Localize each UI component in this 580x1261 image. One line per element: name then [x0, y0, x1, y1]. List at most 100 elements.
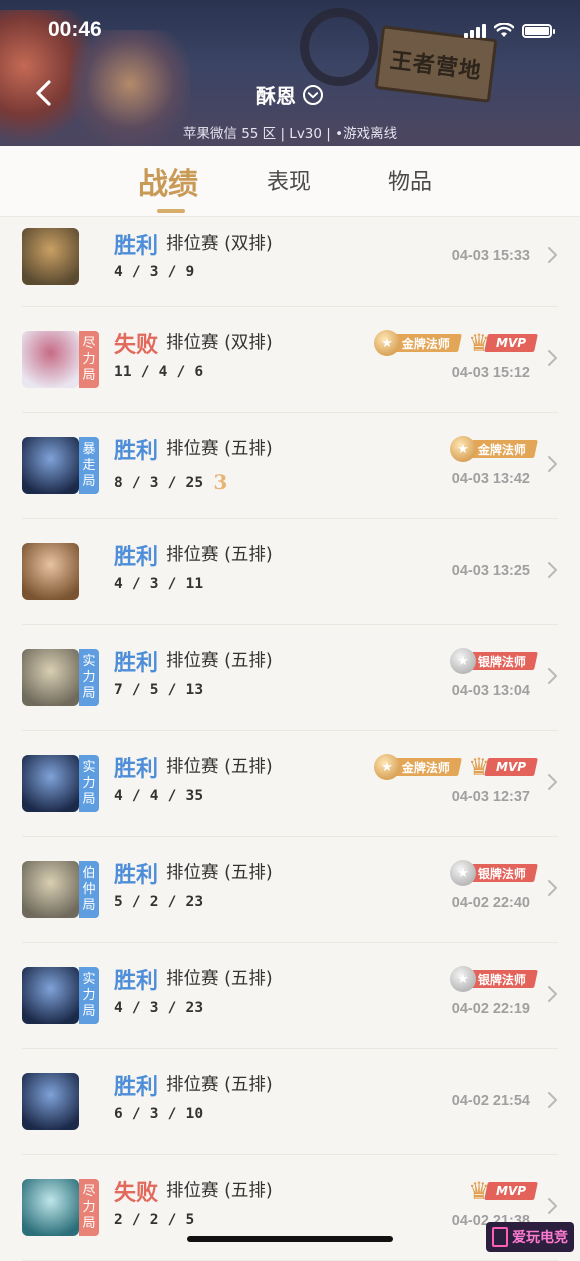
match-badges: ★ 银牌法师	[449, 965, 538, 993]
match-tag-char: 局	[82, 685, 96, 701]
match-row[interactable]: 胜利 排位赛 (五排) 6 / 3 / 10 04-02 21:54	[22, 1049, 558, 1155]
match-row[interactable]: 胜利 排位赛 (五排) 4 / 3 / 11 04-03 13:25	[22, 519, 558, 625]
match-time: 04-03 13:04	[451, 683, 530, 699]
match-kda: 4 / 3 / 11	[114, 576, 203, 592]
mvp-badge: ♛ MVP	[466, 1177, 538, 1205]
mvp-badge: ♛ MVP	[466, 329, 538, 357]
medal-badge: ★ 银牌法师	[449, 647, 538, 675]
match-row[interactable]: 尽力局失败 排位赛 (五排) 2 / 2 / 5 ♛ MVP 04-02 21:38	[22, 1155, 558, 1261]
match-kda: 6 / 3 / 10	[114, 1106, 203, 1122]
match-kda-value: 11 / 4 / 6	[114, 364, 204, 380]
match-time: 04-02 22:19	[451, 1001, 530, 1017]
match-row[interactable]: 胜利 排位赛 (双排) 4 / 3 / 9 04-03 15:33	[22, 216, 558, 307]
chevron-right-icon	[548, 986, 557, 1002]
match-badges: ★ 金牌法师 ♛ MVP	[373, 329, 538, 357]
match-tag: 伯仲局	[79, 861, 99, 918]
match-tag-char: 走	[82, 457, 96, 473]
match-tag-char: 仲	[82, 881, 96, 897]
trophy-icon: ♛	[468, 329, 490, 357]
chevron-right-icon	[548, 456, 557, 472]
match-kda: 11 / 4 / 6	[114, 364, 203, 380]
badge-label: 银牌法师	[477, 654, 526, 669]
match-kda: 8 / 3 / 25 3	[114, 470, 227, 494]
hero-avatar	[22, 649, 79, 706]
chevron-right-icon	[548, 774, 557, 790]
match-time: 04-03 15:33	[451, 248, 530, 264]
match-time: 04-03 15:12	[451, 365, 530, 381]
match-kda: 4 / 3 / 23	[114, 1000, 203, 1016]
tab-performance[interactable]: 表现	[267, 164, 311, 196]
match-kda: 4 / 3 / 9	[114, 264, 194, 280]
hero-avatar	[22, 1179, 79, 1236]
match-row[interactable]: 伯仲局胜利 排位赛 (五排) 5 / 2 / 23 ★ 银牌法师 04-02 22:40	[22, 837, 558, 943]
match-row[interactable]: 实力局胜利 排位赛 (五排) 4 / 4 / 35 ★ 金牌法师 ♛ MVP 04-03 12…	[22, 731, 558, 837]
badge-label: MVP	[495, 336, 526, 350]
match-tag-char: 伯	[82, 865, 96, 881]
tab-items[interactable]: 物品	[388, 164, 432, 196]
medal-badge: ★ 金牌法师	[449, 435, 538, 463]
match-tag: 实力局	[79, 967, 99, 1024]
hero-avatar	[22, 437, 79, 494]
signal-icon	[464, 23, 486, 38]
wifi-icon	[494, 23, 514, 37]
match-tag-char: 局	[82, 367, 96, 383]
match-row[interactable]: 尽力局失败 排位赛 (双排) 11 / 4 / 6 ★ 金牌法师 ♛ MVP 04-03 15…	[22, 307, 558, 413]
tab-active-indicator	[157, 209, 185, 213]
match-result: 胜利	[114, 651, 159, 676]
match-tag-char: 局	[82, 1003, 96, 1019]
chevron-right-icon	[548, 350, 557, 366]
match-result: 胜利	[114, 757, 159, 782]
match-mode: 排位赛 (五排)	[166, 1181, 273, 1201]
medal-badge: ★ 银牌法师	[449, 965, 538, 993]
match-badges: ★ 银牌法师	[449, 647, 538, 675]
match-time: 04-03 13:25	[451, 563, 530, 579]
chevron-right-icon	[548, 1198, 557, 1214]
match-result: 胜利	[114, 545, 159, 570]
chevron-down-icon[interactable]	[302, 84, 324, 106]
badge-label: MVP	[495, 760, 526, 774]
match-tag: 尽力局	[79, 331, 99, 388]
match-kda-value: 4 / 3 / 23	[114, 1000, 204, 1016]
match-tag: 暴走局	[79, 437, 99, 494]
tab-record[interactable]: 战绩	[138, 159, 198, 203]
match-list: 胜利 排位赛 (双排) 4 / 3 / 9 04-03 15:33 尽力局失败 排位赛 (…	[0, 216, 580, 1261]
match-tag-char: 力	[82, 351, 96, 367]
trophy-icon: ♛	[468, 753, 490, 781]
match-row[interactable]: 实力局胜利 排位赛 (五排) 4 / 3 / 23 ★ 银牌法师 04-02 22:19	[22, 943, 558, 1049]
match-kda: 4 / 4 / 35	[114, 788, 203, 804]
hero-avatar	[22, 967, 79, 1024]
watermark-text: 爱玩电竞	[512, 1230, 568, 1246]
match-result: 胜利	[114, 439, 159, 464]
match-kda-value: 8 / 3 / 25	[114, 475, 204, 491]
match-tag-char: 局	[82, 1215, 96, 1231]
match-kda: 5 / 2 / 23	[114, 894, 203, 910]
match-tag-char: 力	[82, 987, 96, 1003]
match-mode: 排位赛 (双排)	[166, 333, 273, 353]
hero-avatar	[22, 755, 79, 812]
hero-avatar	[22, 543, 79, 600]
trophy-icon: ♛	[468, 1177, 490, 1205]
match-tag: 实力局	[79, 755, 99, 812]
match-kda-value: 7 / 5 / 13	[114, 682, 204, 698]
match-mode: 排位赛 (五排)	[166, 1075, 273, 1095]
mvp-badge: ♛ MVP	[466, 753, 538, 781]
match-mode: 排位赛 (五排)	[166, 863, 273, 883]
match-tag-char: 尽	[82, 335, 96, 351]
match-tag-char: 力	[82, 1199, 96, 1215]
medal-badge: ★ 金牌法师	[373, 329, 462, 357]
hero-avatar	[22, 331, 79, 388]
match-kda-value: 4 / 4 / 35	[114, 788, 204, 804]
badge-label: 金牌法师	[401, 336, 450, 351]
medal-badge: ★ 金牌法师	[373, 753, 462, 781]
badge-label: 金牌法师	[401, 760, 450, 775]
match-tag-char: 实	[82, 653, 96, 669]
medal-icon: ★	[373, 754, 400, 780]
match-badges: ★ 银牌法师	[449, 859, 538, 887]
match-badges: ★ 金牌法师 ♛ MVP	[373, 753, 538, 781]
header-artwork-emblem	[300, 8, 378, 86]
match-row[interactable]: 暴走局胜利 排位赛 (五排) 8 / 3 / 25 3 ★ 金牌法师 04-03 13:42	[22, 413, 558, 519]
player-name[interactable]: 酥恩	[0, 80, 580, 109]
match-result: 失败	[114, 1181, 159, 1206]
match-row[interactable]: 实力局胜利 排位赛 (五排) 7 / 5 / 13 ★ 银牌法师 04-03 13:04	[22, 625, 558, 731]
match-kda-value: 5 / 2 / 23	[114, 894, 204, 910]
